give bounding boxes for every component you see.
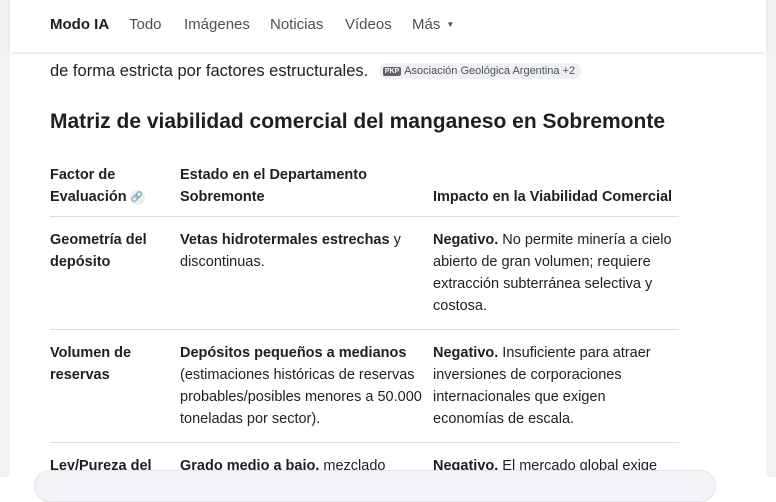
- tab-images[interactable]: Imágenes: [184, 16, 250, 33]
- header-factor-line2: Evaluación: [50, 189, 127, 205]
- estado-strong: Vetas hidrotermales estrechas: [180, 232, 390, 248]
- header-factor-line1: Factor de: [50, 167, 116, 183]
- header-estado: Estado en el Departamento Sobremonte: [180, 164, 433, 217]
- cell-estado: Depósitos pequeños a medianos (estimacio…: [180, 330, 433, 443]
- follow-up-input-bar[interactable]: [34, 470, 716, 502]
- tab-more-label: Más: [412, 16, 441, 33]
- tab-ai-mode[interactable]: Modo IA: [50, 16, 109, 33]
- search-tabs-bar: Modo IA Todo Imágenes Noticias Vídeos Má…: [10, 0, 766, 52]
- table-row: Volumen de reservas Depósitos pequeños a…: [50, 329, 679, 443]
- right-edge: [766, 0, 776, 477]
- table-row: Geometría del depósito Vetas hidrotermal…: [50, 216, 679, 330]
- tab-more[interactable]: Más ▼: [412, 16, 454, 33]
- tab-videos[interactable]: Vídeos: [345, 16, 392, 33]
- answer-text: de forma estricta por factores estructur…: [50, 62, 369, 80]
- estado-strong: Depósitos pequeños a medianos: [180, 345, 407, 361]
- caret-down-icon: ▼: [446, 20, 455, 29]
- tab-news[interactable]: Noticias: [270, 16, 323, 33]
- header-factor: Factor de Evaluación 🔗: [50, 164, 180, 217]
- source-chip[interactable]: PKP Asociación Geológica Argentina +2: [378, 63, 582, 79]
- cell-estado: Vetas hidrotermales estrechas y disconti…: [180, 217, 433, 330]
- header-impacto: Impacto en la Viabilidad Comercial: [433, 189, 673, 205]
- cell-impacto: Negativo. Insuficiente para atraer inver…: [433, 330, 679, 443]
- cell-impacto: Negativo. No permite minería a cielo abi…: [433, 217, 679, 330]
- source-chip-label: Asociación Geológica Argentina +2: [404, 65, 576, 77]
- section-title: Matriz de viabilidad comercial del manga…: [50, 110, 665, 133]
- tab-all[interactable]: Todo: [129, 16, 162, 33]
- link-icon[interactable]: 🔗: [129, 190, 145, 205]
- cell-factor: Geometría del depósito: [50, 232, 147, 270]
- header-estado-line1: Estado en el Departamento: [180, 167, 367, 183]
- impacto-strong: Negativo.: [433, 232, 499, 248]
- table-header-row: Factor de Evaluación 🔗 Estado en el Depart…: [50, 164, 679, 217]
- cell-factor: Volumen de reservas: [50, 345, 132, 383]
- impacto-strong: Negativo.: [433, 345, 499, 361]
- viability-table: Factor de Evaluación 🔗 Estado en el Depart…: [50, 164, 679, 489]
- source-logo-icon: PKP: [382, 67, 402, 76]
- left-edge: [0, 0, 10, 477]
- header-estado-line2: Sobremonte: [180, 189, 265, 205]
- answer-text-line: de forma estricta por factores estructur…: [50, 62, 582, 81]
- estado-rest: (estimaciones históricas de reservas pro…: [180, 367, 422, 427]
